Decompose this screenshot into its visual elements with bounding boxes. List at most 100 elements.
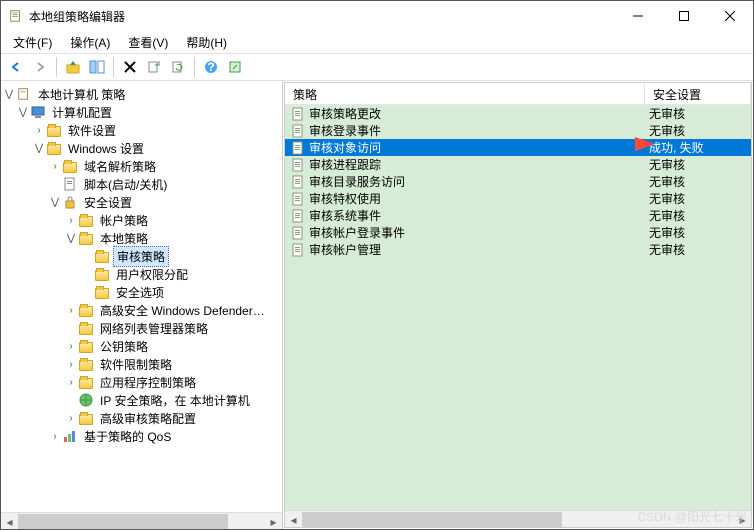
- policy-name: 审核特权使用: [309, 190, 381, 207]
- scroll-left-button[interactable]: ◂: [285, 511, 302, 528]
- maximize-button[interactable]: [661, 1, 707, 31]
- expand-icon[interactable]: ⋁: [3, 89, 15, 100]
- list-row[interactable]: 审核帐户登录事件无审核: [285, 224, 751, 241]
- scroll-thumb[interactable]: [18, 514, 228, 529]
- titlebar: 本地组策略编辑器: [1, 1, 753, 31]
- expand-icon[interactable]: ›: [49, 431, 61, 442]
- tree-label: 高级审核策略配置: [97, 409, 199, 428]
- expand-icon[interactable]: ›: [33, 125, 45, 136]
- show-hide-tree-button[interactable]: [86, 56, 108, 78]
- tree-netlist[interactable]: 网络列表管理器策略: [1, 319, 282, 337]
- tree[interactable]: ⋁ 本地计算机 策略 ⋁ 计算机配置 › 软件设置 ⋁ Wind: [1, 81, 282, 512]
- expand-icon[interactable]: [49, 179, 61, 190]
- list-row[interactable]: 审核特权使用无审核: [285, 190, 751, 207]
- expand-icon[interactable]: ⋁: [17, 107, 29, 118]
- export-button[interactable]: [143, 56, 165, 78]
- list-row[interactable]: 审核帐户管理无审核: [285, 241, 751, 258]
- tree-computer-config[interactable]: ⋁ 计算机配置: [1, 103, 282, 121]
- expand-icon[interactable]: [65, 323, 77, 334]
- policy-value: 无审核: [645, 207, 751, 224]
- up-button[interactable]: [62, 56, 84, 78]
- folder-icon: [94, 266, 110, 282]
- minimize-button[interactable]: [615, 1, 661, 31]
- menu-help[interactable]: 帮助(H): [178, 32, 235, 53]
- tree-defender[interactable]: › 高级安全 Windows Defender…: [1, 301, 282, 319]
- tree-security-options[interactable]: 安全选项: [1, 283, 282, 301]
- expand-icon[interactable]: ⋁: [49, 197, 61, 208]
- expand-icon[interactable]: ⋁: [65, 233, 77, 244]
- scroll-left-button[interactable]: ◂: [1, 513, 18, 530]
- scroll-right-button[interactable]: ▸: [265, 513, 282, 530]
- tree-softrestrict[interactable]: › 软件限制策略: [1, 355, 282, 373]
- toolbar: ?: [1, 53, 753, 81]
- expand-icon[interactable]: [81, 287, 93, 298]
- policy-value: 成功, 失败: [645, 139, 751, 156]
- tree-label: 本地计算机 策略: [35, 85, 128, 104]
- tree-audit-policy[interactable]: 审核策略: [1, 247, 282, 265]
- tree-account-policy[interactable]: › 帐户策略: [1, 211, 282, 229]
- expand-icon[interactable]: ›: [65, 413, 77, 424]
- tree-scripts[interactable]: 脚本(启动/关机): [1, 175, 282, 193]
- list-row[interactable]: 审核登录事件无审核: [285, 122, 751, 139]
- tree-dns-policy[interactable]: › 域名解析策略: [1, 157, 282, 175]
- tree-pubkey[interactable]: › 公钥策略: [1, 337, 282, 355]
- list-row[interactable]: 审核系统事件无审核: [285, 207, 751, 224]
- tree-h-scrollbar[interactable]: ◂ ▸: [1, 512, 282, 529]
- menu-view[interactable]: 查看(V): [120, 32, 176, 53]
- expand-icon[interactable]: ›: [49, 161, 61, 172]
- svg-text:?: ?: [207, 60, 214, 74]
- policy-name: 审核帐户管理: [309, 241, 381, 258]
- tree-ipsec[interactable]: IP 安全策略，在 本地计算机: [1, 391, 282, 409]
- tree-label: 用户权限分配: [113, 265, 191, 284]
- expand-icon[interactable]: [81, 269, 93, 280]
- scroll-track[interactable]: [302, 511, 734, 527]
- folder-icon: [78, 374, 94, 390]
- expand-icon[interactable]: ›: [65, 359, 77, 370]
- policy-name: 审核策略更改: [309, 105, 381, 122]
- tree-root[interactable]: ⋁ 本地计算机 策略: [1, 85, 282, 103]
- qos-icon: [62, 428, 78, 444]
- tree-label: 域名解析策略: [81, 157, 159, 176]
- list-row[interactable]: 审核目录服务访问无审核: [285, 173, 751, 190]
- tree-appctrl[interactable]: › 应用程序控制策略: [1, 373, 282, 391]
- menu-action[interactable]: 操作(A): [62, 32, 118, 53]
- list-row[interactable]: 审核策略更改无审核: [285, 105, 751, 122]
- expand-icon[interactable]: ›: [65, 377, 77, 388]
- tree-label: 安全设置: [81, 193, 135, 212]
- expand-icon[interactable]: [65, 395, 77, 406]
- tree-user-rights[interactable]: 用户权限分配: [1, 265, 282, 283]
- policy-item-icon: [290, 225, 306, 241]
- expand-icon[interactable]: ›: [65, 305, 77, 316]
- tree-qos[interactable]: › 基于策略的 QoS: [1, 427, 282, 445]
- tree-label: 脚本(启动/关机): [81, 175, 170, 194]
- menu-file[interactable]: 文件(F): [5, 32, 60, 53]
- refresh-button[interactable]: [167, 56, 189, 78]
- list-row[interactable]: 审核对象访问成功, 失败: [285, 139, 751, 156]
- folder-icon: [78, 338, 94, 354]
- close-button[interactable]: [707, 1, 753, 31]
- scroll-thumb[interactable]: [302, 512, 562, 527]
- delete-button[interactable]: [119, 56, 141, 78]
- tree-windows-settings[interactable]: ⋁ Windows 设置: [1, 139, 282, 157]
- back-button[interactable]: [5, 56, 27, 78]
- list-row[interactable]: 审核进程跟踪无审核: [285, 156, 751, 173]
- tree-security-settings[interactable]: ⋁ 安全设置: [1, 193, 282, 211]
- expand-icon[interactable]: ›: [65, 215, 77, 226]
- list-body[interactable]: 审核策略更改无审核审核登录事件无审核审核对象访问成功, 失败审核进程跟踪无审核审…: [285, 105, 751, 510]
- forward-button[interactable]: [29, 56, 51, 78]
- filter-button[interactable]: [224, 56, 246, 78]
- tree-advaudit[interactable]: › 高级审核策略配置: [1, 409, 282, 427]
- folder-icon: [78, 302, 94, 318]
- scroll-right-button[interactable]: ▸: [734, 511, 751, 528]
- col-policy[interactable]: 策略: [285, 83, 645, 104]
- expand-icon[interactable]: ⋁: [33, 143, 45, 154]
- tree-label: 审核策略: [113, 246, 169, 267]
- expand-icon[interactable]: [81, 251, 93, 262]
- tree-local-policy[interactable]: ⋁ 本地策略: [1, 229, 282, 247]
- scroll-track[interactable]: [18, 513, 265, 529]
- col-security[interactable]: 安全设置: [645, 83, 751, 104]
- list-h-scrollbar[interactable]: ◂ ▸: [285, 510, 751, 527]
- help-button[interactable]: ?: [200, 56, 222, 78]
- tree-software-settings[interactable]: › 软件设置: [1, 121, 282, 139]
- expand-icon[interactable]: ›: [65, 341, 77, 352]
